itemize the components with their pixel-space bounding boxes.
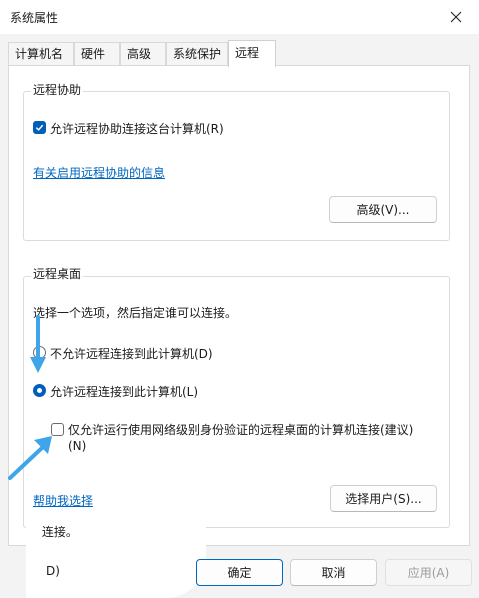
deny-remote-connection-label[interactable]: 不允许远程连接到此计算机(D) [50,345,213,362]
remote-desktop-title: 远程桌面 [31,265,84,282]
select-users-button[interactable]: 选择用户(S)... [330,485,437,512]
window-title: 系统属性 [10,11,59,25]
system-properties-window: 系统属性 计算机名 硬件 高级 系统保护 远程 远程协助 允许远程协助连接这台计… [0,0,479,598]
remote-desktop-instruction: 选择一个选项，然后指定谁可以连接。 [33,306,238,320]
nla-only-label-line2[interactable]: (N) [68,439,86,453]
close-icon [450,11,462,23]
allow-remote-assistance-label[interactable]: 允许远程协助连接这台计算机(R) [50,120,224,137]
advanced-button[interactable]: 高级(V)... [329,196,437,223]
annotation-arrow-up-right-icon [8,436,52,480]
partial-text-connect: 连接。 [38,525,78,539]
tab-advanced[interactable]: 高级 [120,42,166,65]
tab-hardware[interactable]: 硬件 [74,42,120,65]
tab-computer-name[interactable]: 计算机名 [8,42,74,65]
tab-remote[interactable]: 远程 [228,40,276,67]
help-me-choose-link[interactable]: 帮助我选择 [33,492,93,509]
title-bar: 系统属性 [0,0,479,34]
overlay-patch: 连接。 D) [26,520,206,598]
remote-assistance-title: 远程协助 [31,81,84,98]
tab-system-protection[interactable]: 系统保护 [166,42,228,65]
annotation-arrow-down-icon [30,315,46,373]
cancel-button[interactable]: 取消 [290,559,377,586]
ok-button[interactable]: 确定 [196,559,283,586]
allow-remote-assistance-checkbox[interactable] [33,121,46,134]
close-button[interactable] [433,0,479,34]
partial-text-d: D) [46,564,60,578]
nla-only-label-line1[interactable]: 仅允许运行使用网络级别身份验证的远程桌面的计算机连接(建议) [68,421,413,438]
allow-remote-connection-radio[interactable] [33,384,46,397]
checkmark-icon [35,124,44,131]
apply-button[interactable]: 应用(A) [385,559,472,586]
remote-tab-panel: 远程协助 允许远程协助连接这台计算机(R) 有关启用远程协助的信息 高级(V).… [8,65,470,546]
remote-assistance-info-link[interactable]: 有关启用远程协助的信息 [33,164,165,181]
allow-remote-connection-label[interactable]: 允许远程连接到此计算机(L) [50,383,198,400]
